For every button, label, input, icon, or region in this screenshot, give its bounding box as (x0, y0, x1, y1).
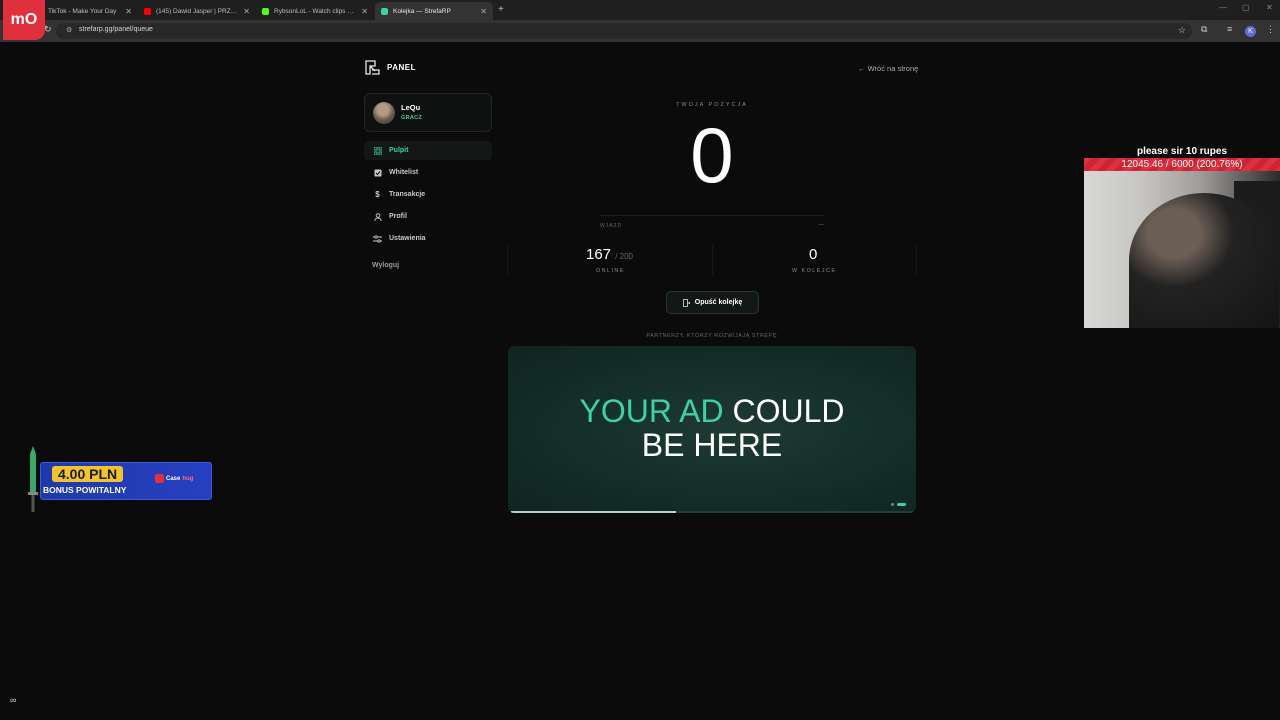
close-window-icon[interactable]: ✕ (1266, 3, 1273, 12)
profile-avatar[interactable]: K (1245, 26, 1256, 37)
sidebar-item-label: Whitelist (389, 169, 419, 176)
position-label: TWOJA POZYCJA (676, 102, 748, 108)
close-tab-icon[interactable]: ✕ (243, 7, 250, 16)
minimize-icon[interactable]: — (1219, 3, 1227, 12)
tab-title: RybsonLoL - Watch clips on Kick (274, 7, 356, 15)
divider (916, 245, 917, 275)
ad-banner[interactable]: YOUR AD COULD BE HERE (508, 346, 916, 513)
casehug-brand-b: hug (182, 475, 194, 482)
sidebar-item-label: Ustawienia (389, 235, 426, 242)
casehug-logo-icon (155, 474, 164, 483)
divider (712, 245, 713, 275)
media-icon[interactable]: ≡ (1227, 24, 1232, 34)
user-name: LeQu (401, 103, 421, 112)
partners-label: PARTNERZY, KTÓRZY ROZWIJAJĄ STREFĘ: (646, 333, 779, 339)
address-bar[interactable]: ⚙ strefarp.gg/panel/queue ☆ (56, 23, 1192, 39)
url-text: strefarp.gg/panel/queue (79, 26, 153, 33)
online-stat: 167 / 200 (586, 246, 633, 263)
site-info-icon[interactable]: ⚙ (66, 26, 72, 34)
promo-amount: 4.00 PLN (52, 466, 124, 482)
carousel-dot[interactable] (891, 503, 894, 506)
ad-headline-line1: YOUR AD COULD (508, 394, 916, 428)
brand-text: PANEL (387, 63, 417, 72)
extensions-icon[interactable]: ⧉ (1201, 24, 1207, 35)
casehug-logo: Case hug (155, 474, 193, 483)
stream-logo: mO (3, 0, 45, 40)
captions-icon[interactable]: ∞ (10, 695, 16, 705)
queue-label: W KOLEJCE (792, 268, 837, 274)
browser-tab[interactable]: RybsonLoL - Watch clips on Kick ✕ (256, 2, 374, 20)
sidebar-item-label: Transakcje (389, 191, 426, 198)
maximize-icon[interactable]: ▢ (1242, 3, 1250, 12)
youtube-icon (144, 7, 151, 15)
sidebar-item-ustawienia[interactable]: Ustawienia (364, 229, 492, 248)
strefarp-icon (381, 7, 388, 15)
checkbox-icon (373, 168, 382, 177)
new-tab-icon[interactable]: + (498, 4, 504, 15)
avatar (373, 102, 395, 124)
menu-icon[interactable]: ⋮ (1266, 24, 1275, 35)
sidebar-item-profil[interactable]: Profil (364, 207, 492, 226)
sword-icon (28, 446, 38, 512)
divider (600, 215, 825, 216)
kick-icon (262, 7, 269, 15)
ad-progress-bar (511, 511, 676, 513)
user-card: LeQu GRACZ (364, 93, 492, 132)
reload-icon[interactable]: ↻ (44, 24, 52, 35)
sidebar-item-whitelist[interactable]: Whitelist (364, 163, 492, 182)
sidebar-item-label: Profil (389, 213, 407, 220)
sidebar-item-pulpit[interactable]: Pulpit (364, 141, 492, 160)
close-tab-icon[interactable]: ✕ (480, 7, 487, 16)
close-tab-icon[interactable]: ✕ (361, 7, 368, 16)
browser-tab-active[interactable]: Kolejka — StrefaRP ✕ (375, 2, 493, 20)
promo-banner: 4.00 PLN BONUS POWITALNY Case hug (0, 446, 212, 512)
close-tab-icon[interactable]: ✕ (125, 7, 132, 16)
address-toolbar: ↻ ⚙ strefarp.gg/panel/queue ☆ (0, 20, 1280, 42)
user-icon (373, 212, 382, 221)
casehug-brand-a: Case (166, 475, 181, 482)
strefarp-logo-icon (365, 60, 380, 75)
logout-link[interactable]: Wyloguj (372, 262, 399, 269)
queue-count: 0 (809, 246, 818, 263)
tab-title: (145) Dawid Jasper | PRZEGLĄD (156, 7, 238, 15)
entry-label: WJAZD (600, 223, 623, 229)
ad-accent-text: YOUR AD (579, 393, 724, 429)
bookmark-star-icon[interactable]: ☆ (1178, 25, 1186, 36)
sidebar-item-transakcje[interactable]: $ Transakcje (364, 185, 492, 204)
door-icon (682, 298, 690, 307)
carousel-dot-active[interactable] (897, 503, 906, 506)
webcam-feed (1084, 171, 1280, 328)
online-value: 167 (586, 246, 612, 263)
entry-value: — (818, 222, 824, 228)
panel-brand[interactable]: PANEL (364, 59, 416, 76)
browser-tab-bar: TikTok - Make Your Day ✕ (145) Dawid Jas… (0, 0, 1280, 20)
donation-goal-title: please sir 10 rupes (1136, 146, 1228, 157)
user-role: GRACZ (401, 115, 423, 121)
browser-tab[interactable]: (145) Dawid Jasper | PRZEGLĄD ✕ (138, 2, 256, 20)
divider (507, 245, 508, 275)
online-max: / 200 (615, 252, 633, 261)
leave-queue-label: Opuść kolejkę (694, 299, 743, 306)
dollar-icon: $ (375, 190, 380, 199)
position-value: 0 (690, 111, 734, 199)
ad-headline-line2: BE HERE (641, 427, 783, 463)
tab-title: Kolejka — StrefaRP (393, 7, 451, 15)
webcam-person (1129, 193, 1279, 328)
sliders-icon (373, 234, 382, 243)
tab-title: TikTok - Make Your Day (48, 7, 117, 15)
leave-queue-button[interactable]: Opuść kolejkę (666, 291, 759, 314)
online-label: ONLINE (596, 268, 625, 274)
back-to-site-link[interactable]: ← Wróć na stronę (858, 64, 918, 73)
ad-text: COULD (723, 393, 845, 429)
sidebar-item-label: Pulpit (389, 147, 409, 154)
donation-goal-value: 12045.46 / 6000 (200.76%) (1121, 159, 1243, 170)
dashboard-icon (373, 146, 382, 155)
promo-bonus-text: BONUS POWITALNY (43, 485, 127, 495)
